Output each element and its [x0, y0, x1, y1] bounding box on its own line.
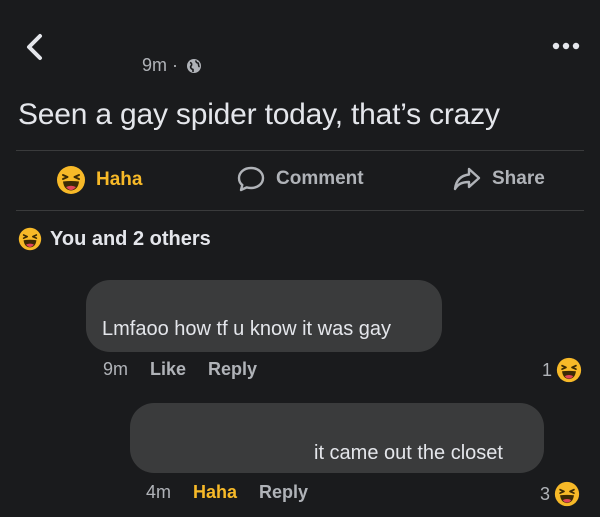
more-dots-icon [552, 42, 580, 50]
post-time: 9m [142, 55, 168, 75]
reply-reply-button[interactable]: Reply [259, 482, 308, 503]
haha-emoji-icon [57, 166, 85, 194]
comment-time: 9m [103, 359, 129, 379]
more-options-button[interactable] [550, 38, 584, 54]
haha-emoji-icon [18, 227, 42, 251]
reaction-count: 3 [540, 483, 551, 504]
comment-button[interactable]: Comment [236, 165, 364, 193]
separator: · [172, 55, 179, 75]
haha-emoji-icon [556, 357, 582, 383]
post-screen: 9m · Seen a gay spider today, that’s cra… [0, 0, 600, 517]
post-text: Seen a gay spider today, that’s crazy [18, 98, 500, 131]
comment-icon [237, 166, 265, 192]
globe-icon [187, 58, 202, 73]
comment-text: Lmfaoo how tf u know it was gay [102, 318, 392, 340]
reply-reaction-count[interactable]: 3 [540, 481, 580, 507]
reactions-summary[interactable]: You and 2 others [18, 227, 211, 251]
share-label: Share [492, 168, 545, 189]
comment-label: Comment [276, 168, 364, 189]
back-chevron-icon [27, 34, 42, 60]
share-icon [453, 167, 481, 191]
reaction-count: 1 [542, 359, 553, 380]
comment-meta: 9m Like Reply [103, 359, 257, 380]
haha-emoji-icon [554, 481, 580, 507]
reply-meta: 4m Haha Reply [146, 482, 308, 503]
reply-haha-button[interactable]: Haha [193, 482, 237, 503]
reply-time: 4m [146, 482, 172, 502]
comment-reply-button[interactable]: Reply [208, 359, 257, 380]
comment-bubble[interactable]: Lmfaoo how tf u know it was gay [86, 280, 442, 352]
post-timestamp: 9m · [142, 55, 202, 76]
back-button[interactable] [20, 30, 50, 64]
reply-text: it came out the closet [314, 442, 503, 464]
haha-label: Haha [96, 169, 143, 190]
reactions-summary-text: You and 2 others [50, 227, 211, 250]
reply-bubble[interactable]: it came out the closet [130, 403, 544, 473]
comment-like-button[interactable]: Like [150, 359, 186, 380]
haha-reaction-button[interactable]: Haha [56, 165, 142, 195]
divider-top [16, 150, 584, 151]
comment-reaction-count[interactable]: 1 [542, 357, 582, 383]
divider-bottom [16, 210, 584, 211]
share-button[interactable]: Share [452, 165, 545, 193]
